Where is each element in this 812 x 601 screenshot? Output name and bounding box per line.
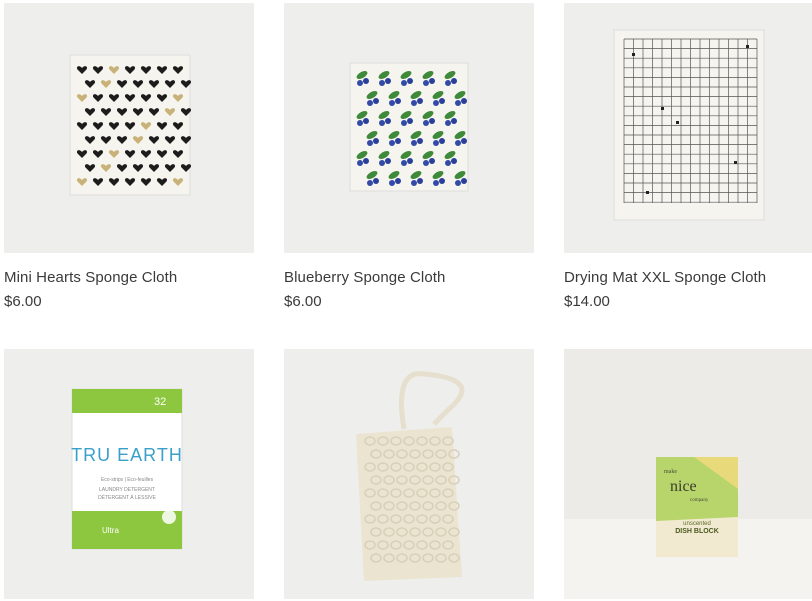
dishblock-product: DISH BLOCK (675, 528, 719, 535)
product-title[interactable]: Drying Mat XXL Sponge Cloth (564, 269, 766, 286)
dishblock-brand-top: make (664, 469, 677, 475)
dishblock-brand-main: nice (670, 478, 697, 495)
truearth-line1: Eco-strips | Eco-feuilles (101, 477, 154, 483)
product-image[interactable] (564, 3, 812, 253)
dishblock-variant: unscented (683, 521, 711, 527)
truearth-count: 32 (154, 396, 166, 408)
product-price: $6.00 (4, 293, 42, 310)
truearth-variant: Ultra (102, 526, 119, 535)
product-image[interactable] (284, 3, 534, 253)
dishblock-brand-bottom: company (690, 498, 709, 503)
product-image[interactable]: make nice company unscented DISH BLOCK (564, 349, 812, 599)
product-image[interactable] (284, 349, 534, 599)
product-price: $14.00 (564, 293, 610, 310)
product-price: $6.00 (284, 293, 322, 310)
truearth-brand: TRU EARTH (71, 445, 183, 465)
truearth-line3: DÉTERGENT À LESSIVE (98, 494, 156, 501)
product-image[interactable]: 32 TRU EARTH Eco-strips | Eco-feuilles L… (4, 349, 254, 599)
product-image[interactable] (4, 3, 254, 253)
product-title[interactable]: Mini Hearts Sponge Cloth (4, 269, 177, 286)
product-title[interactable]: Blueberry Sponge Cloth (284, 269, 445, 286)
truearth-line2: LAUNDRY DETERGENT (99, 487, 155, 493)
